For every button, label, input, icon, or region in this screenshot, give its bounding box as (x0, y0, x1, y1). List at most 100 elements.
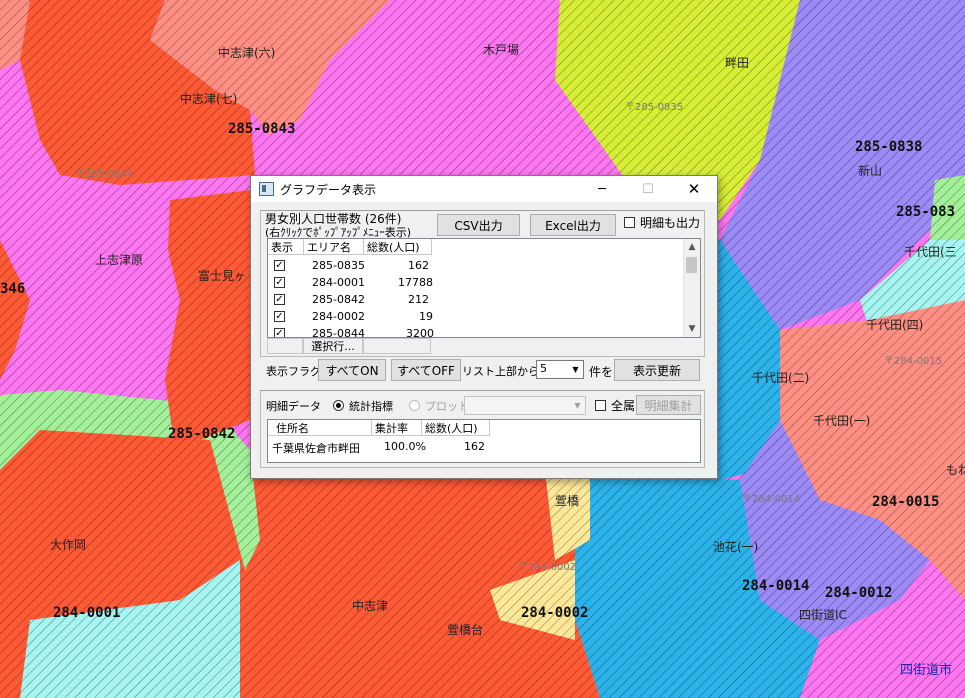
map-place-label: 萱橋台 (447, 623, 484, 637)
map-place-label: 木戸場 (483, 43, 520, 57)
stat-radio[interactable] (333, 400, 344, 411)
row-total: 19 (419, 310, 433, 323)
row-total: 212 (408, 293, 429, 306)
graph-data-dialog: グラフデータ表示 ─ ☐ ✕ 男女別人口世帯数 (26件) (右ｸﾘｯｸでﾎﾟｯ… (250, 175, 718, 479)
row-total: 17788 (398, 276, 433, 289)
row-area: 285-0842 (312, 293, 365, 306)
grid-footer-cell (363, 338, 431, 354)
table-row[interactable]: ✓ 284-0001 17788 (268, 274, 700, 291)
map-zip-label: 〒284-0002 (518, 562, 577, 573)
row-area: 285-0835 (312, 259, 365, 272)
map-place-label: 中志津 (352, 599, 389, 613)
map-zip-label: 〒284-0014 (742, 494, 801, 505)
map-place-label: もね (946, 463, 965, 477)
map-postal-code: 285-0838 (855, 139, 923, 155)
row-checkbox[interactable]: ✓ (274, 277, 285, 288)
map-place-label: 千代田(三 (904, 245, 957, 259)
map-place-label: 畔田 (725, 56, 750, 70)
stat-radio-label: 統計指標 (349, 400, 393, 413)
refresh-display-button[interactable]: 表示更新 (614, 359, 700, 381)
row-total: 3200 (406, 327, 434, 338)
row-checkbox[interactable]: ✓ (274, 294, 285, 305)
excel-export-button[interactable]: Excel出力 (530, 214, 616, 236)
map-place-label: 千代田(四) (866, 318, 924, 332)
map-place-label: 新山 (858, 164, 883, 178)
detail-data-label: 明細データ (266, 400, 321, 413)
table-row[interactable]: ✓ 285-0835 162 (268, 257, 700, 274)
map-place-label: 池花(一) (713, 540, 759, 554)
detail-output-label: 明細も出力 (640, 216, 701, 230)
table-row[interactable]: ✓ 285-0842 212 (268, 291, 700, 308)
grid-footer-cell (267, 338, 303, 354)
minimize-button[interactable]: ─ (579, 176, 625, 202)
table-row[interactable]: 千葉県佐倉市畔田 100.0% 162 (268, 438, 700, 455)
row-checkbox[interactable]: ✓ (274, 260, 285, 271)
map-zip-label: 〒285-0835 (625, 102, 684, 113)
map-postal-code: 285-0842 (168, 426, 236, 442)
all-off-button[interactable]: すべてOFF (391, 359, 461, 381)
row-count-select[interactable]: 5 ▼ (536, 360, 584, 379)
select-rows-button[interactable]: 選択行... (303, 338, 363, 354)
col-header-rate[interactable]: 集計率 (372, 420, 422, 436)
dialog-title: グラフデータ表示 (280, 182, 377, 197)
scroll-up-icon[interactable]: ▲ (684, 239, 700, 255)
detail-aggregate-button[interactable]: 明細集計 (636, 395, 701, 415)
map-zip-label: 〒285-0844 (75, 169, 134, 180)
col-header-address[interactable]: 住所名 (268, 420, 372, 436)
plot-radio-label: プロット (425, 400, 469, 413)
row-checkbox[interactable]: ✓ (274, 328, 285, 337)
row-area: 285-0844 (312, 327, 365, 338)
row-total: 162 (408, 259, 429, 272)
chevron-down-icon[interactable]: ▼ (570, 397, 585, 414)
map-postal-code: 284-0014 (742, 578, 810, 594)
grid-scrollbar[interactable]: ▲ ▼ (683, 239, 700, 337)
close-button[interactable]: ✕ (671, 176, 717, 202)
display-flag-label: 表示フラグ (266, 365, 321, 378)
table-row[interactable]: ✓ 285-0844 3200 (268, 325, 700, 338)
col-header-area[interactable]: エリア名 (304, 239, 364, 255)
map-place-label: 萱橋 (555, 494, 580, 508)
map-postal-code: 285-0843 (228, 121, 296, 137)
map-postal-code: 284-0012 (825, 585, 893, 601)
map-place-label: 富士見ヶ (198, 269, 247, 283)
row-rate: 100.0% (384, 440, 426, 453)
csv-export-button[interactable]: CSV出力 (437, 214, 520, 236)
map-postal-code: 284-0002 (521, 605, 589, 621)
map-postal-code: 285-083 (896, 204, 956, 220)
all-on-button[interactable]: すべてON (318, 359, 386, 381)
detail-output-checkbox[interactable] (624, 217, 635, 228)
map-postal-code: 346 (0, 281, 26, 297)
dialog-titlebar[interactable]: グラフデータ表示 ─ ☐ ✕ (251, 176, 717, 202)
col-header-total[interactable]: 総数(人口) (422, 420, 490, 436)
map-place-label: 大作岡 (50, 538, 87, 552)
map-zip-label: 〒284-0015 (884, 356, 943, 367)
map-place-label: 中志津(六) (218, 46, 276, 60)
app-icon (259, 182, 274, 196)
row-area: 284-0001 (312, 276, 365, 289)
list-top-label: リスト上部から (462, 365, 539, 378)
plot-select[interactable]: ▼ (464, 396, 586, 415)
map-place-label: 千代田(二) (752, 371, 810, 385)
row-address: 千葉県佐倉市畔田 (272, 442, 360, 455)
row-count-value: 5 (540, 362, 547, 375)
all-attributes-label: 全属 (611, 399, 636, 413)
map-place-label: 中志津(七) (180, 92, 238, 106)
map-postal-code: 284-0015 (872, 494, 940, 510)
chevron-down-icon[interactable]: ▼ (568, 361, 583, 378)
scroll-down-icon[interactable]: ▼ (684, 321, 700, 337)
scroll-thumb[interactable] (686, 257, 697, 273)
plot-radio[interactable] (409, 400, 420, 411)
map-place-label: 上志津原 (95, 253, 144, 267)
map-place-label: 四街道IC (799, 608, 847, 622)
col-header-total[interactable]: 総数(人口) (364, 239, 432, 255)
detail-grid[interactable]: 住所名 集計率 総数(人口) 千葉県佐倉市畔田 100.0% 162 (267, 419, 701, 463)
row-total: 162 (464, 440, 485, 453)
map-place-label: 四街道市 (900, 663, 953, 678)
maximize-button[interactable]: ☐ (625, 176, 671, 202)
row-checkbox[interactable]: ✓ (274, 311, 285, 322)
table-row[interactable]: ✓ 284-0002 19 (268, 308, 700, 325)
col-header-display[interactable]: 表示 (268, 239, 304, 255)
count-suffix-label: 件を (589, 365, 614, 379)
summary-grid[interactable]: 表示 エリア名 総数(人口) ✓ 285-0835 162 ✓ 284-0001… (267, 238, 701, 338)
all-attributes-checkbox[interactable] (595, 400, 606, 411)
